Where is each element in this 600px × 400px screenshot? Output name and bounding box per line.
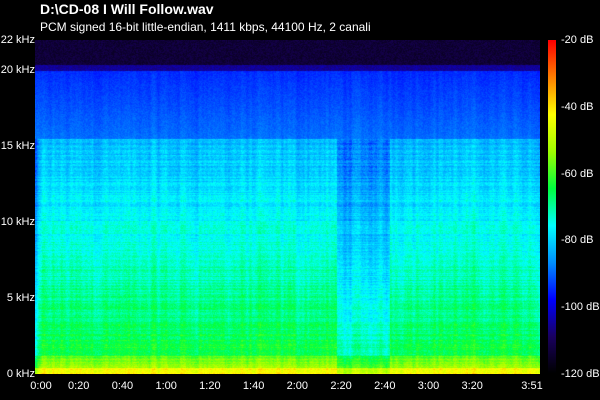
spectrogram-plot[interactable] <box>35 40 540 374</box>
time-tick-label: 2:40 <box>374 380 396 392</box>
frequency-tick-label: 20 kHz <box>0 64 35 77</box>
db-tick-label: -100 dB <box>561 301 600 314</box>
spectrum-viewer-window: D:\CD-08 I Will Follow.wav PCM signed 16… <box>0 0 600 400</box>
file-title: D:\CD-08 I Will Follow.wav <box>40 1 214 17</box>
frequency-tick-label: 0 kHz <box>6 368 35 380</box>
time-tick-label: 3:20 <box>461 380 483 392</box>
time-tick-label: 0:40 <box>111 380 134 392</box>
frequency-tick-label: 5 kHz <box>6 292 35 305</box>
db-tick-label: -20 dB <box>561 34 594 46</box>
time-tick-label: 2:20 <box>330 380 352 392</box>
db-color-scale <box>548 40 556 374</box>
time-tick-label: 3:00 <box>417 380 440 392</box>
time-tick-label: 2:00 <box>286 380 309 392</box>
db-tick-label: -120 dB <box>561 368 600 380</box>
frequency-tick-label: 15 kHz <box>0 140 35 153</box>
db-tick-label: -60 dB <box>561 167 594 180</box>
audio-format-info: PCM signed 16-bit little-endian, 1411 kb… <box>40 20 371 34</box>
time-tick-label: 0:00 <box>30 380 52 392</box>
time-tick-label: 1:20 <box>199 380 221 392</box>
time-tick-label: 0:20 <box>68 380 90 392</box>
frequency-tick-label: 22 kHz <box>0 34 35 46</box>
frequency-tick-label: 10 kHz <box>0 216 35 229</box>
db-tick-label: -40 dB <box>561 100 594 113</box>
time-tick-label: 1:00 <box>155 380 177 392</box>
time-tick-label: 1:40 <box>242 380 265 392</box>
time-tick-label: 3:51 <box>521 380 543 392</box>
db-tick-label: -80 dB <box>561 234 594 247</box>
